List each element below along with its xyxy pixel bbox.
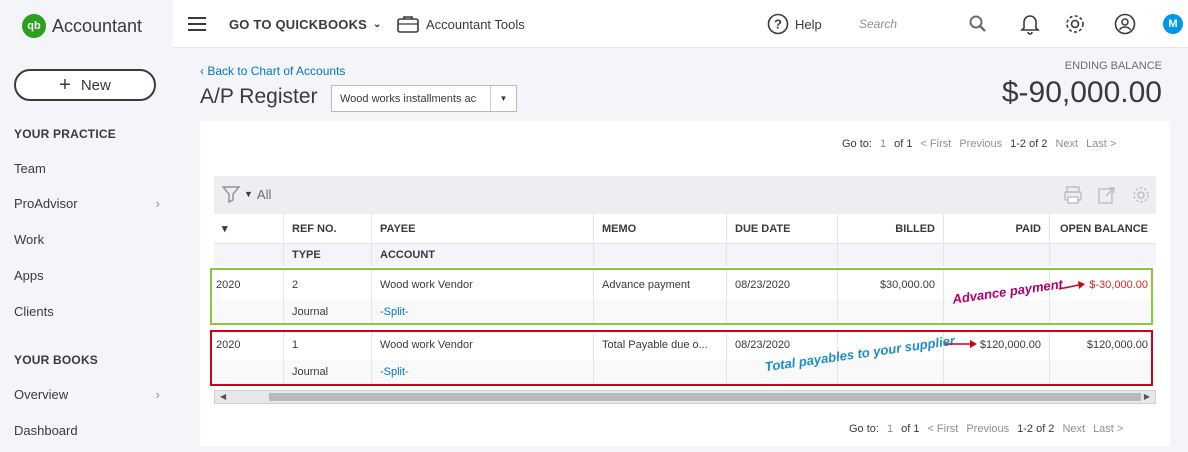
brand[interactable]: qb Accountant bbox=[22, 14, 142, 38]
chevron-right-icon: › bbox=[155, 196, 160, 211]
sidebar-item-proadvisor[interactable]: ProAdvisor › bbox=[14, 196, 164, 211]
svg-text:?: ? bbox=[774, 17, 782, 32]
pager-next-link[interactable]: Next bbox=[1062, 423, 1085, 435]
pager-last-link[interactable]: Last > bbox=[1086, 138, 1116, 150]
sidebar-item-label: ProAdvisor bbox=[14, 196, 78, 211]
pager-top: Go to: 1 of 1 < First Previous 1-2 of 2 … bbox=[842, 138, 1116, 150]
hamburger-menu-icon[interactable] bbox=[188, 0, 206, 48]
pager-page-input[interactable]: 1 bbox=[887, 423, 893, 435]
caret-down-icon: ▼ bbox=[490, 86, 516, 111]
table-header-row-2: TYPE ACCOUNT bbox=[214, 244, 1156, 266]
sidebar-item-overview[interactable]: Overview › bbox=[14, 387, 164, 402]
help-label: Help bbox=[795, 16, 822, 32]
help-button[interactable]: ? Help bbox=[767, 0, 822, 48]
new-button[interactable]: + New bbox=[14, 69, 156, 101]
sidebar-item-clients[interactable]: Clients bbox=[14, 304, 164, 319]
column-header-paid[interactable]: PAID bbox=[944, 214, 1050, 243]
gear-icon[interactable] bbox=[1064, 0, 1086, 48]
sidebar-item-apps[interactable]: Apps bbox=[14, 268, 164, 283]
account-select[interactable]: Wood works installments ac ▼ bbox=[331, 85, 517, 112]
briefcase-icon bbox=[397, 16, 419, 33]
pager-of: of 1 bbox=[894, 138, 913, 150]
user-profile-icon[interactable] bbox=[1114, 0, 1136, 48]
export-icon[interactable] bbox=[1098, 186, 1116, 204]
sidebar-item-label: Overview bbox=[14, 387, 69, 402]
search-box[interactable]: Search bbox=[859, 0, 897, 48]
column-header-due-date[interactable]: DUE DATE bbox=[727, 214, 838, 243]
horizontal-scrollbar[interactable]: ◀ ▶ bbox=[214, 390, 1156, 404]
search-placeholder: Search bbox=[859, 17, 898, 31]
column-header-open-balance[interactable]: OPEN BALANCE bbox=[1050, 214, 1156, 243]
pager-previous-link[interactable]: Previous bbox=[966, 423, 1009, 435]
accountant-tools-label: Accountant Tools bbox=[426, 16, 525, 32]
back-link-label: Back to Chart of Accounts bbox=[207, 64, 346, 78]
back-to-chart-of-accounts-link[interactable]: ‹ Back to Chart of Accounts bbox=[200, 64, 345, 78]
pager-page-input[interactable]: 1 bbox=[880, 138, 886, 150]
sidebar-item-label: Work bbox=[14, 232, 45, 247]
annotation-arrow-icon bbox=[945, 340, 977, 348]
account-select-value: Wood works installments ac bbox=[340, 92, 477, 105]
column-header-type[interactable]: TYPE bbox=[284, 244, 372, 266]
chevron-down-icon: ⌄ bbox=[373, 18, 382, 30]
pager-previous-link[interactable]: Previous bbox=[959, 138, 1002, 150]
brand-name: Accountant bbox=[52, 15, 143, 36]
accountant-tools-button[interactable]: Accountant Tools bbox=[397, 0, 525, 48]
page-title: A/P Register bbox=[200, 85, 318, 108]
section-your-books: YOUR BOOKS bbox=[14, 353, 99, 367]
pager-next-link[interactable]: Next bbox=[1055, 138, 1078, 150]
pager-bottom: Go to: 1 of 1 < First Previous 1-2 of 2 … bbox=[849, 423, 1123, 435]
ending-balance-label: ENDING BALANCE bbox=[1064, 60, 1162, 72]
sidebar-item-label: Clients bbox=[14, 304, 54, 319]
filter-bar: ▼ All bbox=[214, 176, 1156, 214]
scroll-right-arrow-icon[interactable]: ▶ bbox=[1144, 391, 1150, 403]
column-header-payee[interactable]: PAYEE bbox=[372, 214, 594, 243]
settings-gear-icon[interactable] bbox=[1132, 186, 1150, 204]
bell-icon[interactable] bbox=[1020, 0, 1040, 48]
avatar: M bbox=[1163, 14, 1183, 34]
sidebar-item-label: Team bbox=[14, 161, 46, 176]
scrollbar-thumb[interactable] bbox=[269, 393, 1141, 401]
column-header-account[interactable]: ACCOUNT bbox=[372, 244, 594, 266]
pager-first-link[interactable]: < First bbox=[920, 138, 951, 150]
table-tools bbox=[1064, 186, 1150, 204]
pager-last-link[interactable]: Last > bbox=[1093, 423, 1123, 435]
new-button-label: New bbox=[80, 76, 111, 94]
sidebar-item-work[interactable]: Work bbox=[14, 232, 164, 247]
filter-icon bbox=[222, 186, 240, 203]
quickbooks-logo: qb bbox=[22, 14, 46, 38]
filter-dropdown[interactable]: ▼ All bbox=[222, 185, 271, 203]
column-header-date[interactable]: ▾ bbox=[214, 214, 284, 243]
filter-label: All bbox=[256, 186, 272, 202]
table-header-row: ▾ REF NO. PAYEE MEMO DUE DATE BILLED PAI… bbox=[214, 214, 1156, 244]
help-icon: ? bbox=[767, 13, 789, 35]
column-header-billed[interactable]: BILLED bbox=[838, 214, 944, 243]
sidebar-item-dashboard[interactable]: Dashboard bbox=[14, 423, 164, 438]
plus-icon: + bbox=[59, 74, 71, 96]
sidebar-item-label: Apps bbox=[14, 268, 44, 283]
caret-down-icon: ▼ bbox=[244, 189, 253, 199]
pager-range: 1-2 of 2 bbox=[1017, 423, 1055, 435]
goto-quickbooks-dropdown[interactable]: GO TO QUICKBOOKS ⌄ bbox=[229, 0, 382, 48]
search-icon[interactable] bbox=[969, 0, 987, 48]
print-icon[interactable] bbox=[1064, 186, 1082, 204]
account-avatar[interactable]: M bbox=[1163, 0, 1183, 48]
chevron-right-icon: › bbox=[155, 387, 160, 402]
pager-first-link[interactable]: < First bbox=[927, 423, 958, 435]
section-your-practice: YOUR PRACTICE bbox=[14, 127, 116, 141]
column-header-memo[interactable]: MEMO bbox=[594, 214, 727, 243]
pager-goto-label: Go to: bbox=[849, 423, 879, 435]
pager-range: 1-2 of 2 bbox=[1010, 138, 1048, 150]
pager-goto-label: Go to: bbox=[842, 138, 872, 150]
top-bar: GO TO QUICKBOOKS ⌄ Accountant Tools ? He… bbox=[173, 0, 1188, 48]
sidebar-item-team[interactable]: Team bbox=[14, 161, 164, 176]
annotation-arrow-icon bbox=[1058, 281, 1085, 290]
highlight-box-total bbox=[210, 330, 1153, 386]
sidebar-item-label: Dashboard bbox=[14, 423, 78, 438]
pager-of: of 1 bbox=[901, 423, 920, 435]
column-header-ref[interactable]: REF NO. bbox=[284, 214, 372, 243]
sidebar: qb Accountant + New YOUR PRACTICE Team P… bbox=[0, 0, 173, 452]
goto-quickbooks-label: GO TO QUICKBOOKS bbox=[229, 16, 368, 32]
ending-balance-value: $-90,000.00 bbox=[1001, 76, 1162, 109]
scroll-left-arrow-icon[interactable]: ◀ bbox=[220, 391, 226, 403]
